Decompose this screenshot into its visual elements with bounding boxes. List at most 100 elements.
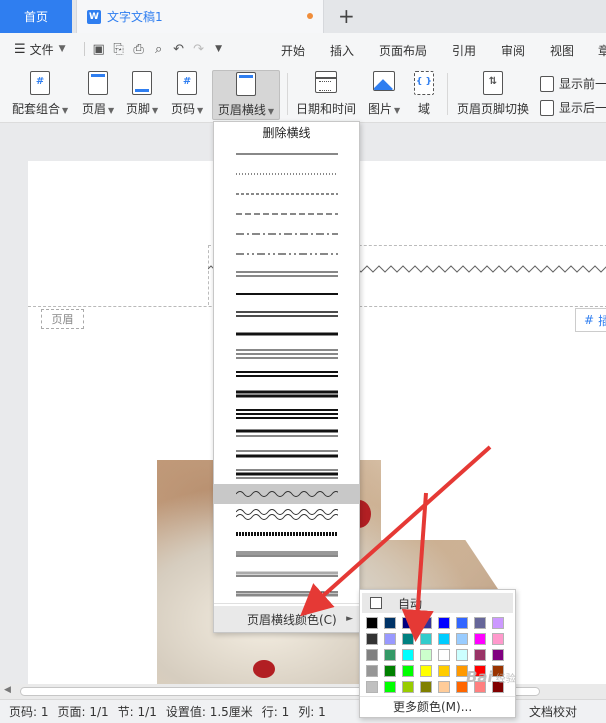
line-style-option[interactable]: [214, 224, 359, 244]
color-swatch[interactable]: [420, 649, 432, 661]
color-swatch[interactable]: [474, 617, 486, 629]
print-icon[interactable]: ⎙: [129, 42, 149, 57]
picture-button[interactable]: 图片 ▼: [368, 71, 400, 117]
line-style-option[interactable]: [214, 484, 359, 504]
color-swatch[interactable]: [384, 649, 396, 661]
color-swatch[interactable]: [438, 617, 450, 629]
color-swatch[interactable]: [438, 681, 450, 693]
header-line-button[interactable]: 页眉横线 ▼: [212, 70, 280, 120]
show-next-button[interactable]: 显示后一: [540, 99, 606, 116]
undo-icon[interactable]: ↶: [169, 42, 189, 57]
switch-icon: ⇅: [483, 71, 503, 95]
color-swatch[interactable]: [384, 681, 396, 693]
print-preview-icon[interactable]: ⌕: [149, 42, 169, 57]
menu-start[interactable]: 开始: [281, 42, 305, 59]
line-style-option[interactable]: [214, 464, 359, 484]
line-style-option[interactable]: [214, 244, 359, 264]
redo-icon[interactable]: ↷: [189, 42, 209, 57]
color-swatch[interactable]: [474, 633, 486, 645]
scroll-left-icon[interactable]: ◀: [4, 685, 11, 695]
status-pages: 页面: 1/1: [57, 705, 109, 719]
more-chevron-icon[interactable]: ▼: [209, 44, 229, 54]
new-tab-button[interactable]: +: [338, 4, 355, 28]
line-style-option[interactable]: [214, 404, 359, 424]
color-swatch[interactable]: [456, 633, 468, 645]
menu-page-layout[interactable]: 页面布局: [379, 42, 427, 59]
color-swatch[interactable]: [456, 649, 468, 661]
color-swatch[interactable]: [402, 665, 414, 677]
combo-button[interactable]: # 配套组合 ▼: [12, 71, 68, 117]
color-swatch[interactable]: [420, 617, 432, 629]
line-style-option[interactable]: [214, 204, 359, 224]
color-swatch[interactable]: [492, 633, 504, 645]
color-swatch[interactable]: [366, 681, 378, 693]
line-style-option[interactable]: [214, 164, 359, 184]
insert-page-number-button[interactable]: # 插: [575, 308, 606, 332]
line-style-option[interactable]: [214, 324, 359, 344]
line-style-option[interactable]: [214, 284, 359, 304]
color-swatch[interactable]: [402, 633, 414, 645]
proofread-button[interactable]: 文档校对: [529, 703, 577, 720]
line-style-option[interactable]: [214, 384, 359, 404]
line-style-preview: [236, 509, 338, 520]
color-swatch[interactable]: [420, 633, 432, 645]
color-swatch[interactable]: [492, 649, 504, 661]
line-style-option[interactable]: [214, 144, 359, 164]
color-swatch[interactable]: [384, 633, 396, 645]
line-style-option[interactable]: [214, 424, 359, 444]
line-style-option[interactable]: [214, 444, 359, 464]
line-style-option[interactable]: [214, 344, 359, 364]
date-time-button[interactable]: 日期和时间: [296, 71, 356, 117]
file-menu-button[interactable]: ☰ 文件 ▼: [14, 41, 66, 58]
color-swatch[interactable]: [366, 617, 378, 629]
line-style-option[interactable]: [214, 364, 359, 384]
color-swatch[interactable]: [420, 665, 432, 677]
field-button[interactable]: 域: [414, 71, 434, 117]
line-style-option[interactable]: [214, 584, 359, 604]
line-style-option[interactable]: [214, 264, 359, 284]
line-style-preview: [236, 193, 338, 195]
line-style-option[interactable]: [214, 544, 359, 564]
menu-view[interactable]: 视图: [550, 42, 574, 59]
auto-color-item[interactable]: 自动: [362, 593, 513, 613]
switch-header-footer-button[interactable]: ⇅ 页眉页脚切换: [457, 71, 529, 117]
tab-home[interactable]: 首页: [0, 0, 72, 33]
menu-insert[interactable]: 插入: [330, 42, 354, 59]
more-colors-item[interactable]: 更多颜色(M)...: [360, 696, 515, 716]
show-previous-button[interactable]: 显示前一: [540, 75, 606, 92]
header-line-icon: [236, 72, 256, 96]
color-swatch[interactable]: [366, 633, 378, 645]
save-icon[interactable]: ▣: [89, 42, 109, 57]
menu-references[interactable]: 引用: [452, 42, 476, 59]
color-swatch[interactable]: [366, 665, 378, 677]
color-swatch[interactable]: [384, 665, 396, 677]
delete-line-item[interactable]: 删除横线: [214, 122, 359, 144]
color-swatch[interactable]: [438, 633, 450, 645]
footer-button[interactable]: 页脚 ▼: [126, 71, 158, 117]
show-previous-icon: [540, 75, 554, 92]
line-style-option[interactable]: [214, 184, 359, 204]
line-color-item[interactable]: 页眉横线颜色(C) ►: [214, 606, 359, 632]
color-swatch[interactable]: [420, 681, 432, 693]
color-swatch[interactable]: [492, 617, 504, 629]
color-swatch[interactable]: [366, 649, 378, 661]
color-swatch[interactable]: [474, 649, 486, 661]
color-swatch[interactable]: [402, 649, 414, 661]
color-swatch[interactable]: [384, 617, 396, 629]
menu-review[interactable]: 审阅: [501, 42, 525, 59]
header-button[interactable]: 页眉 ▼: [82, 71, 114, 117]
export-icon[interactable]: ⎘: [109, 42, 129, 57]
line-style-option[interactable]: [214, 304, 359, 324]
line-style-option[interactable]: [214, 504, 359, 524]
color-swatch[interactable]: [438, 665, 450, 677]
line-style-option[interactable]: [214, 524, 359, 544]
color-swatch[interactable]: [402, 681, 414, 693]
line-style-option[interactable]: [214, 564, 359, 584]
color-swatch[interactable]: [456, 617, 468, 629]
menu-chapter[interactable]: 章: [598, 42, 606, 59]
tab-document[interactable]: W 文字文稿1: [76, 0, 324, 33]
color-swatch[interactable]: [438, 649, 450, 661]
color-swatch[interactable]: [402, 617, 414, 629]
line-style-preview: [236, 153, 338, 155]
page-number-button[interactable]: # 页码 ▼: [171, 71, 203, 117]
